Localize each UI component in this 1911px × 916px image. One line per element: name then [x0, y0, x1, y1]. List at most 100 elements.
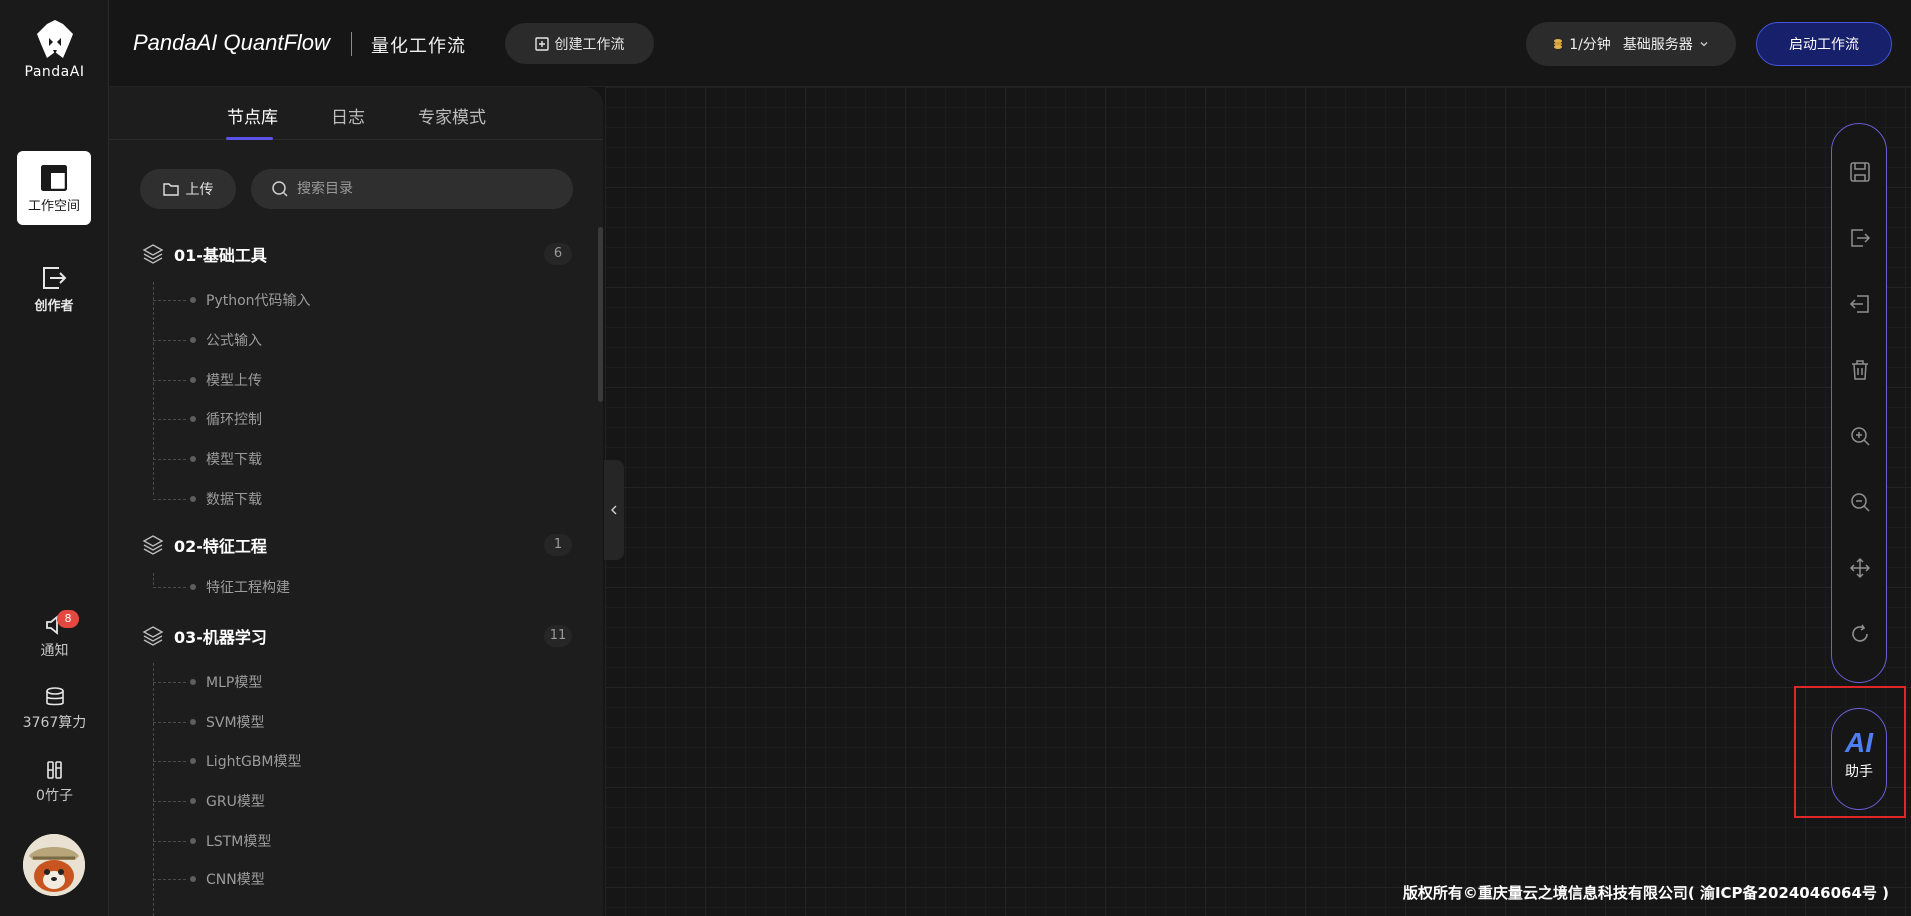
node-item[interactable]: 模型下载 [153, 449, 262, 469]
database-icon [45, 687, 64, 706]
ai-assistant-button[interactable]: AI 助手 [1831, 708, 1887, 810]
category-title: 02-特征工程 [174, 537, 267, 556]
export-icon [43, 267, 67, 289]
server-select[interactable]: 1/分钟 基础服务器 [1526, 22, 1736, 66]
category-header[interactable]: 02-特征工程 1 [142, 530, 572, 560]
node-label: 公式输入 [206, 333, 262, 349]
chevron-down-icon [1700, 42, 1708, 47]
node-label: CNN模型 [206, 872, 265, 888]
bamboo-label: 0竹子 [36, 788, 73, 804]
node-label: 数据下载 [206, 492, 262, 508]
chevron-left-icon [611, 505, 617, 515]
create-workflow-button[interactable]: 创建工作流 [505, 23, 654, 64]
panda-logo[interactable]: PandaAI [0, 18, 109, 80]
upload-button[interactable]: 上传 [140, 169, 236, 209]
logo-text: PandaAI [24, 64, 85, 80]
panda-logo-icon [36, 20, 73, 58]
server-name: 基础服务器 [1622, 37, 1693, 53]
save-icon [1850, 162, 1870, 182]
compute-label: 3767算力 [22, 715, 87, 731]
compute-balance[interactable]: 3767算力 [0, 686, 109, 732]
coin-stack-icon [1554, 39, 1563, 49]
brand-subtitle: 量化工作流 [371, 36, 466, 57]
save-button[interactable] [1846, 158, 1874, 186]
create-workflow-label: 创建工作流 [554, 36, 625, 53]
node-item[interactable]: 循环控制 [153, 409, 262, 429]
notify-badge: 8 [57, 610, 79, 628]
node-item[interactable]: 数据下载 [153, 489, 262, 509]
fit-view-button[interactable] [1846, 554, 1874, 582]
import-button[interactable] [1846, 290, 1874, 318]
node-item[interactable]: SVM模型 [153, 712, 265, 732]
zoom-in-icon [1851, 427, 1870, 446]
import-icon [1849, 295, 1869, 313]
copyright-footer: 版权所有©重庆量云之境信息科技有限公司( 渝ICP备2024046064号 ) [1402, 884, 1889, 902]
category-header[interactable]: 01-基础工具 6 [142, 239, 572, 269]
node-item[interactable]: 特征工程构建 [153, 577, 290, 597]
layers-icon [142, 626, 164, 646]
node-label: LSTM模型 [206, 834, 272, 850]
node-label: GRU模型 [206, 794, 265, 810]
brand-divider [351, 32, 352, 56]
tab-node-library[interactable]: 节点库 [227, 103, 278, 128]
node-label: SVM模型 [206, 715, 265, 731]
bamboo-balance[interactable]: 0竹子 [0, 759, 109, 805]
refresh-button[interactable] [1846, 620, 1874, 648]
category-count: 1 [544, 534, 572, 556]
rail-item-workspace[interactable]: 工作空间 [17, 151, 91, 225]
folder-icon [162, 183, 179, 196]
trash-icon [1852, 360, 1868, 380]
app-root: PandaAI 工作空间 创作者 8 通知 3767算力 0竹子 PandaAI… [0, 0, 1911, 916]
category-header[interactable]: 03-机器学习 11 [142, 621, 572, 651]
left-rail: PandaAI 工作空间 创作者 8 通知 3767算力 0竹子 [0, 0, 109, 916]
zoom-out-button[interactable] [1846, 488, 1874, 516]
node-item[interactable]: MLP模型 [153, 672, 262, 692]
tab-log[interactable]: 日志 [331, 103, 365, 128]
zoom-in-button[interactable] [1846, 422, 1874, 450]
category-count: 11 [544, 625, 572, 647]
node-item[interactable]: Python代码输入 [153, 290, 311, 310]
node-item[interactable]: 模型上传 [153, 370, 262, 390]
move-arrows-icon [1849, 557, 1871, 579]
category-count: 6 [544, 243, 572, 265]
rail-item-label: 创作者 [34, 299, 74, 314]
delete-button[interactable] [1846, 356, 1874, 384]
refresh-icon [1852, 624, 1868, 642]
node-label: LightGBM模型 [206, 754, 302, 770]
node-label: 模型下载 [206, 452, 262, 468]
layout-icon [41, 165, 67, 191]
start-workflow-button[interactable]: 启动工作流 [1756, 22, 1892, 66]
node-item[interactable]: LightGBM模型 [153, 751, 301, 771]
node-item[interactable]: 公式输入 [153, 330, 262, 350]
search-bar [251, 169, 573, 209]
node-label: 模型上传 [206, 373, 262, 389]
node-label: MLP模型 [206, 675, 263, 691]
tab-expert-mode[interactable]: 专家模式 [418, 103, 486, 128]
collapse-panel-button[interactable] [604, 460, 624, 560]
rail-item-creator[interactable]: 创作者 [17, 251, 91, 325]
avatar-panda-icon [23, 834, 85, 896]
ai-label: 助手 [1845, 764, 1873, 780]
search-icon [272, 181, 288, 197]
panel-tabs: 节点库 日志 专家模式 [109, 87, 603, 140]
brand-title: PandaAI QuantFlow [133, 30, 330, 55]
bamboo-icon [46, 761, 62, 779]
plus-square-icon [534, 36, 549, 51]
node-item[interactable]: CNN模型 [153, 869, 265, 889]
node-item[interactable]: LSTM模型 [153, 831, 271, 851]
canvas-toolbar [1831, 123, 1887, 683]
avatar[interactable] [23, 834, 85, 896]
category-title: 01-基础工具 [174, 246, 267, 265]
workflow-canvas[interactable] [605, 87, 1911, 916]
tab-active-indicator [226, 137, 273, 140]
ai-logo: AI [1845, 727, 1873, 758]
notify-label: 通知 [40, 643, 69, 659]
export-button[interactable] [1846, 224, 1874, 252]
node-item[interactable]: GRU模型 [153, 791, 265, 811]
search-input[interactable] [297, 181, 557, 197]
category-title: 03-机器学习 [174, 628, 267, 647]
top-header: PandaAI QuantFlow 量化工作流 创建工作流 1/分钟 基础服务器… [109, 0, 1911, 87]
rail-item-label: 工作空间 [27, 199, 80, 214]
panel-scrollbar[interactable] [598, 227, 603, 402]
notify-button[interactable]: 8 通知 [0, 610, 109, 660]
